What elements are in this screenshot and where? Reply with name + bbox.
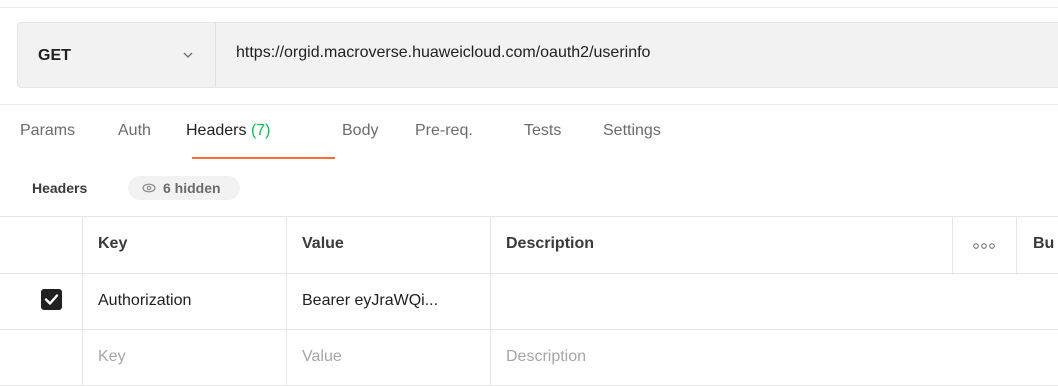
tab-auth[interactable]: Auth xyxy=(118,122,151,140)
tab-tests[interactable]: Tests xyxy=(524,122,561,140)
url-divider xyxy=(0,104,1058,105)
url-input[interactable] xyxy=(236,44,1036,62)
method-label: GET xyxy=(38,47,71,64)
headers-table: Key Value Description Bu Authorization B… xyxy=(0,216,1058,386)
new-description-cell[interactable]: Description xyxy=(490,330,1058,385)
row-key-text: Authorization xyxy=(98,292,192,309)
hidden-headers-toggle[interactable]: 6 hidden xyxy=(128,176,240,200)
header-cell-more xyxy=(952,217,1016,273)
table-header-row: Key Value Description Bu xyxy=(0,217,1058,274)
row-description-cell[interactable] xyxy=(490,274,1058,329)
new-key-placeholder: Key xyxy=(98,348,126,365)
header-cell-bulk-edit: Bu xyxy=(1016,217,1058,273)
checkmark-icon xyxy=(44,294,59,305)
table-row: Authorization Bearer eyJraWQi... xyxy=(0,274,1058,330)
tab-headers-count: (7) xyxy=(250,122,271,139)
tab-pre-request[interactable]: Pre-req. xyxy=(415,122,473,140)
table-row-new: Key Value Description xyxy=(0,330,1058,386)
new-value-placeholder: Value xyxy=(302,348,342,365)
header-cell-check xyxy=(0,217,82,273)
method-select[interactable]: GET xyxy=(18,23,216,87)
chevron-down-icon xyxy=(183,52,193,58)
header-cell-description: Description xyxy=(490,217,952,273)
header-cell-key: Key xyxy=(82,217,286,273)
top-divider xyxy=(0,7,1058,8)
header-cell-value: Value xyxy=(286,217,490,273)
column-value-label: Value xyxy=(302,235,344,252)
tab-params[interactable]: Params xyxy=(20,122,75,140)
row-value-cell[interactable]: Bearer eyJraWQi... xyxy=(286,274,490,329)
tab-settings[interactable]: Settings xyxy=(603,122,661,140)
request-url-bar: GET xyxy=(17,22,1058,88)
tab-headers-label: Headers xyxy=(186,122,247,139)
headers-section-title: Headers xyxy=(32,180,88,196)
tab-body[interactable]: Body xyxy=(342,122,378,140)
column-key-label: Key xyxy=(98,235,128,252)
row-check-cell xyxy=(0,274,82,329)
eye-icon xyxy=(142,183,156,193)
new-description-placeholder: Description xyxy=(506,348,587,365)
row-value-text: Bearer eyJraWQi... xyxy=(302,292,439,309)
hidden-headers-label: 6 hidden xyxy=(163,180,221,196)
new-key-cell[interactable]: Key xyxy=(82,330,286,385)
column-description-label: Description xyxy=(506,235,595,252)
new-value-cell[interactable]: Value xyxy=(286,330,490,385)
tab-headers[interactable]: Headers (7) xyxy=(186,122,271,140)
new-row-check-cell xyxy=(0,330,82,385)
bulk-edit-link[interactable]: Bu xyxy=(1033,235,1054,253)
more-horizontal-icon[interactable] xyxy=(972,243,996,249)
active-tab-indicator xyxy=(192,157,335,159)
row-key-cell[interactable]: Authorization xyxy=(82,274,286,329)
row-enabled-checkbox[interactable] xyxy=(41,289,62,310)
